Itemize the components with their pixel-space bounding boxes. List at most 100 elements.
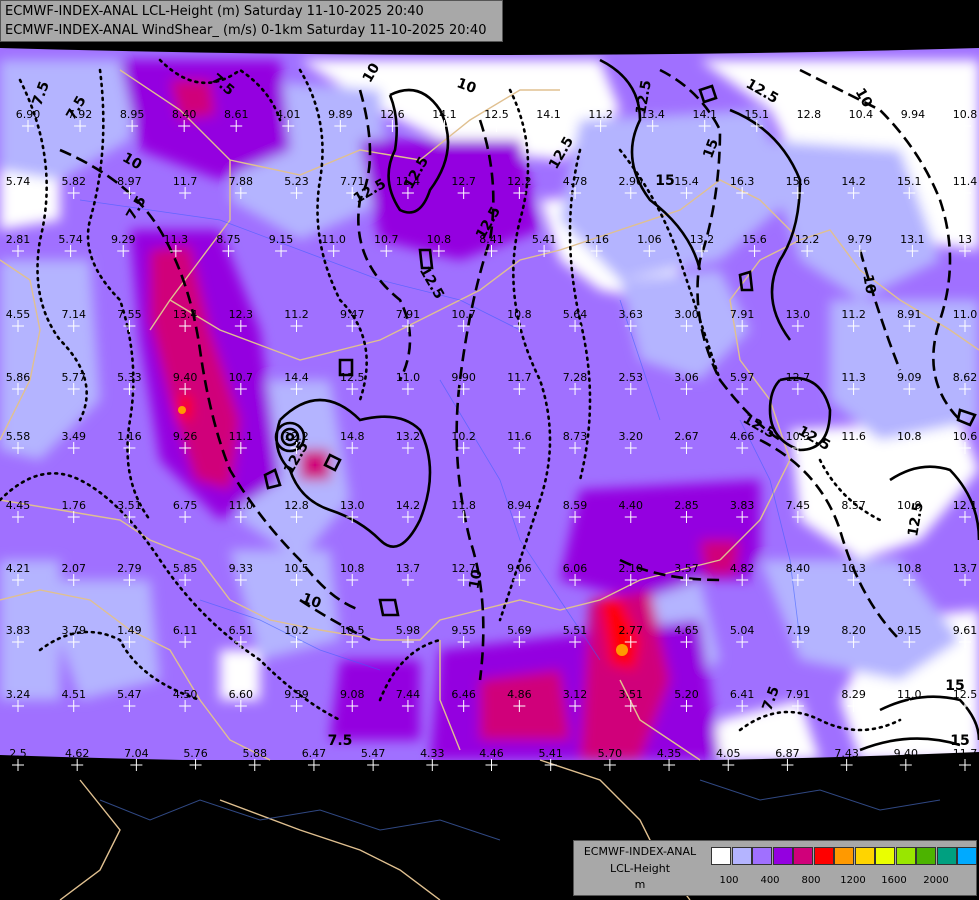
station-value: 8.97 xyxy=(117,175,142,188)
station-value: 9.26 xyxy=(173,430,198,443)
station-value: 3.51 xyxy=(619,688,644,701)
legend-swatch xyxy=(813,847,834,865)
title-line-windshear: ECMWF-INDEX-ANAL WindShear_ (m/s) 0-1km … xyxy=(5,23,487,38)
station-value: 12.2 xyxy=(507,175,532,188)
contour-label: 15 xyxy=(655,173,674,189)
station-value: 11.6 xyxy=(507,430,532,443)
station-value: 7.88 xyxy=(229,175,254,188)
station-value: 4.65 xyxy=(674,624,699,637)
legend-swatch xyxy=(875,847,895,865)
station-value: 13.0 xyxy=(786,308,811,321)
station-value: 9.89 xyxy=(328,108,353,121)
station-value: 2.77 xyxy=(619,624,644,637)
station-value: 12.3 xyxy=(229,308,254,321)
contour-label: 15 xyxy=(945,678,964,694)
legend-swatch xyxy=(711,847,731,865)
station-value: 13.0 xyxy=(340,499,365,512)
station-value: 14.1 xyxy=(536,108,561,121)
station-value: 7.91 xyxy=(786,688,811,701)
station-value: 7.71 xyxy=(340,175,365,188)
station-value: 15.6 xyxy=(742,233,767,246)
station-value: 12.5 xyxy=(484,108,509,121)
station-value: 3.83 xyxy=(730,499,755,512)
station-value: 5.77 xyxy=(61,371,86,384)
station-value: 10.8 xyxy=(953,108,978,121)
station-value: 11.4 xyxy=(953,175,978,188)
station-value: 10.8 xyxy=(340,562,365,575)
station-value: 14.1 xyxy=(692,108,717,121)
legend-swatch xyxy=(895,847,916,865)
legend-swatch xyxy=(793,847,813,865)
station-value: 5.47 xyxy=(117,688,142,701)
station-value: 13.2 xyxy=(690,233,715,246)
station-value: 9.39 xyxy=(284,688,309,701)
station-value: 10.5 xyxy=(340,624,365,637)
station-value: 14.1 xyxy=(432,108,457,121)
station-value: 6.87 xyxy=(775,747,800,760)
station-value: 8.59 xyxy=(563,499,588,512)
legend-swatch xyxy=(936,847,957,865)
station-value: 4.35 xyxy=(657,747,682,760)
station-value: 10.7 xyxy=(451,308,476,321)
station-value: 11.2 xyxy=(284,308,309,321)
station-value: 1.16 xyxy=(584,233,609,246)
station-value: 4.01 xyxy=(276,108,301,121)
station-value: 7.28 xyxy=(563,371,588,384)
station-value: 6.75 xyxy=(173,499,198,512)
station-value: 6.06 xyxy=(563,562,588,575)
station-value: 9.08 xyxy=(340,688,365,701)
station-value: 3.49 xyxy=(61,430,86,443)
station-value: 13.7 xyxy=(953,562,978,575)
station-value: 5.70 xyxy=(598,747,623,760)
station-value: 8.95 xyxy=(120,108,145,121)
station-value: 9.55 xyxy=(451,624,476,637)
station-value: 6.41 xyxy=(730,688,755,701)
station-value: 2.85 xyxy=(674,499,699,512)
station-value: 11.0 xyxy=(321,233,346,246)
station-value: 4.82 xyxy=(730,562,755,575)
station-value: 5.97 xyxy=(730,371,755,384)
station-value: 14.2 xyxy=(841,175,866,188)
station-value: 7.04 xyxy=(124,747,149,760)
station-value: 15.6 xyxy=(786,175,811,188)
station-value: 10.4 xyxy=(849,108,874,121)
station-value: 9.40 xyxy=(173,371,198,384)
station-value: 7.19 xyxy=(786,624,811,637)
station-value: 12.5 xyxy=(340,371,365,384)
station-value: 11.0 xyxy=(953,308,978,321)
station-value: 5.88 xyxy=(243,747,268,760)
station-value: 12.7 xyxy=(786,371,811,384)
station-value: 8.91 xyxy=(897,308,922,321)
station-value: 5.82 xyxy=(61,175,86,188)
legend-tick-label: 800 xyxy=(801,875,821,886)
station-value: 4.45 xyxy=(6,499,31,512)
station-value: 9.79 xyxy=(848,233,873,246)
station-value: 11.2 xyxy=(841,308,866,321)
contour-label: 10 xyxy=(466,568,485,590)
station-value: 13.7 xyxy=(396,562,421,575)
station-value: 5.23 xyxy=(284,175,309,188)
station-value: 9.33 xyxy=(229,562,254,575)
station-value: 9.15 xyxy=(269,233,294,246)
station-value: 11.3 xyxy=(164,233,189,246)
station-value: 8.20 xyxy=(841,624,866,637)
station-value: 11.6 xyxy=(841,430,866,443)
station-value: 3.57 xyxy=(674,562,699,575)
station-value: 1.06 xyxy=(637,233,662,246)
station-value: 5.98 xyxy=(396,624,421,637)
legend-variable: LCL-Height xyxy=(609,862,671,875)
station-value: 4.62 xyxy=(65,747,90,760)
station-value: 1.76 xyxy=(61,499,86,512)
station-value: 2.90 xyxy=(619,175,644,188)
station-value: 10.6 xyxy=(953,430,978,443)
legend-swatch xyxy=(916,847,936,865)
contour-label: 7.5 xyxy=(193,768,218,784)
legend-swatch xyxy=(834,847,854,865)
lcl-height-map: 6.90 7.92 8.95 8.40 8.61 4.01 9.89 12.6 14.1 12.5… xyxy=(0,0,979,900)
station-value: 5.51 xyxy=(563,624,588,637)
legend-tick-label: 1200 xyxy=(840,875,866,886)
station-value: 5.41 xyxy=(538,747,563,760)
station-value: 6.11 xyxy=(173,624,198,637)
contour-label: 15 xyxy=(950,733,969,749)
legend-tick-label: 2000 xyxy=(923,875,949,886)
